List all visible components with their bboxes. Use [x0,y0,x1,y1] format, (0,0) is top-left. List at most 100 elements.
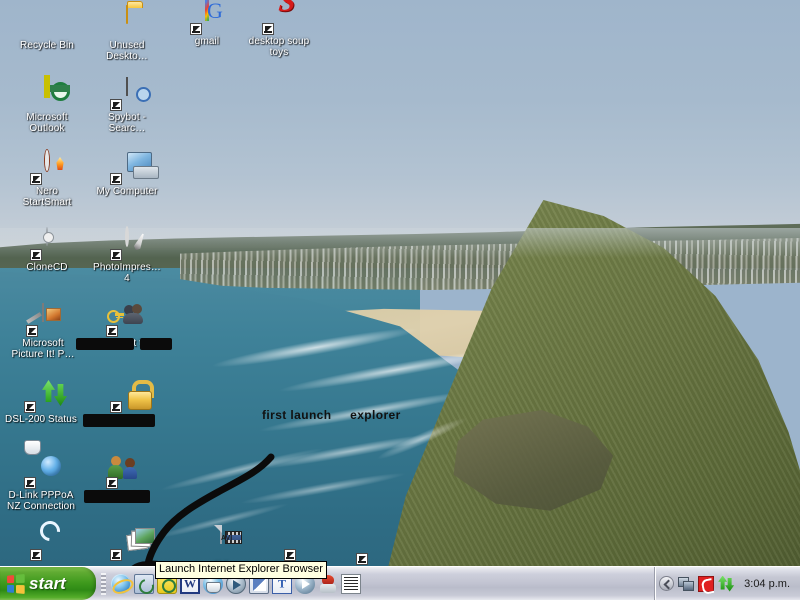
photoimpression-4-icon [110,226,143,261]
desktop-icon-label: CloneCD [26,262,68,273]
desktop-icon-dlink-pppoa[interactable]: D-Link PPPoA NZ Connection [2,456,80,512]
desktop[interactable]: Recycle Bin Unused Deskto… gmail desktop so… [0,0,800,600]
desktop-icon-my-computer[interactable]: My Computer [88,152,166,197]
data-locked-icon [110,380,143,413]
avi-video-file-icon: AVI [205,525,242,558]
shortcut-arrow-icon [106,477,118,489]
shortcut-to-redacted-1-icon [106,304,143,337]
desktop-icon-dsl-200-status[interactable]: DSL-200 Status [2,380,80,425]
desktop-icon-nero-startsmart[interactable]: Nero StartSmart [8,150,86,208]
shortcut-to-redacted-2-icon [106,456,139,489]
shortcut-arrow-icon [110,401,122,413]
shortcut-arrow-icon [106,325,118,337]
desktop-icon-microsoft-outlook[interactable]: Microsoft Outlook [8,75,86,134]
desktop-icon-label: Microsoft Picture It! P… [11,338,75,360]
desktop-icon-shortcut-to-redacted-2[interactable]: Shortcut to [84,456,162,501]
desktop-icon-layer: Recycle Bin Unused Deskto… gmail desktop so… [0,0,800,571]
rock-shortcut-1-icon [284,528,317,561]
desktop-icon-label: My Computer [96,186,158,197]
antivirus-icon[interactable] [698,575,715,592]
desktop-icon-quicktime[interactable] [8,528,86,562]
folder-art [126,5,128,24]
desktop-icon-spybot-search[interactable]: Spybot - Searc… [88,77,166,134]
shortcut-arrow-icon [110,249,122,261]
microsoft-outlook-icon [31,75,63,110]
dsl-200-status-icon [24,380,67,413]
start-button-label: start [29,573,66,593]
desktop-icon-shortcut-to-redacted-1[interactable]: Shortcut to [84,304,162,349]
desktop-soup-toys-icon [262,2,295,35]
windows-logo-icon [7,573,25,594]
recycle-bin-icon [31,6,63,38]
desktop-icon-recycle-bin[interactable]: Recycle Bin [8,6,86,51]
desktop-icon-gmail[interactable]: gmail [168,0,246,47]
desktop-icon-rock-shortcut-1[interactable] [262,528,340,562]
document-icon[interactable] [341,573,361,594]
shortcut-arrow-icon [30,549,42,561]
nero-startsmart-icon [30,150,63,185]
clonecd-icon [30,227,63,261]
microsoft-picture-it-icon [26,303,59,337]
shortcut-arrow-icon [110,173,122,185]
desktop-icon-desktop-soup-toys[interactable]: desktop soup toys [240,2,318,58]
unused-desktop-icon [111,5,143,38]
shortcut-arrow-icon [190,23,202,35]
desktop-icon-label: D-Link PPPoA NZ Connection [7,490,75,512]
desktop-icon-label: desktop soup toys [248,36,310,58]
spybot-search-icon [110,77,143,111]
desktop-icon-photos-folder[interactable] [88,528,166,562]
dlink-pppoa-icon [24,456,57,489]
photos-folder-icon [110,528,155,561]
desktop-icon-label: PhotoImpres… 4 [93,262,161,284]
gmail-art [205,0,209,21]
shortcut-arrow-icon [262,23,274,35]
desktop-icon-label: Microsoft Outlook [26,112,68,134]
task-button-area[interactable] [364,567,654,600]
start-button[interactable]: start [0,567,96,600]
nero-art [45,150,49,171]
shortcut-arrow-icon [110,549,122,561]
shortcut-arrow-icon [24,401,36,413]
desktop-icon-clonecd[interactable]: CloneCD [8,227,86,273]
desktop-icon-label: gmail [194,36,220,47]
desktop-icon-label: Nero StartSmart [22,186,72,208]
desktop-icon-label: Spybot - Searc… [107,112,147,134]
quick-launch-grip[interactable] [101,572,106,595]
pictureit-art [42,303,44,322]
desktop-icon-label: Shortcut to [98,490,148,501]
avi-art: AVI [220,525,242,544]
system-tray[interactable]: 3:04 p.m. [654,567,800,600]
rock-shortcut-2-icon [356,532,389,565]
chevron-left-icon[interactable] [659,576,675,591]
desktop-icon-unused-desktop[interactable]: Unused Deskto… [88,5,166,62]
desktop-icon-rock-shortcut-2[interactable] [334,532,412,566]
taskbar[interactable]: start 3:04 p.m. [0,566,800,600]
desktop-icon-photoimpression-4[interactable]: PhotoImpres… 4 [88,226,166,284]
internet-explorer-icon[interactable] [111,573,131,594]
ie-tooltip: Launch Internet Explorer Browser [155,561,327,579]
up-down-arrows-icon[interactable] [718,576,734,592]
my-computer-icon [110,152,143,185]
shortcut-arrow-icon [30,249,42,261]
clock[interactable]: 3:04 p.m. [738,578,794,590]
quicktime-icon [30,528,63,561]
desktop-icon-data-locked[interactable]: Data [88,380,166,425]
gmail-icon [190,0,223,35]
desktop-icon-label: Data [116,414,138,425]
network-icon[interactable] [678,576,695,592]
desktop-icon-label: Unused Deskto… [106,40,148,62]
spybot-art [126,77,128,96]
desktop-icon-label: Shortcut to [98,338,148,349]
photoimp-art [125,226,129,247]
shortcut-arrow-icon [356,553,368,565]
shortcut-arrow-icon [26,325,38,337]
shortcut-arrow-icon [24,477,36,489]
clonecd-art [46,227,48,246]
outlook-art [44,75,50,98]
shortcut-arrow-icon [30,173,42,185]
desktop-icon-microsoft-picture-it[interactable]: Microsoft Picture It! P… [4,303,82,360]
shortcut-arrow-icon [110,99,122,111]
desktop-icon-label: DSL-200 Status [5,414,77,425]
refresh-icon[interactable] [134,573,154,594]
shortcut-arrow-icon [284,549,296,561]
